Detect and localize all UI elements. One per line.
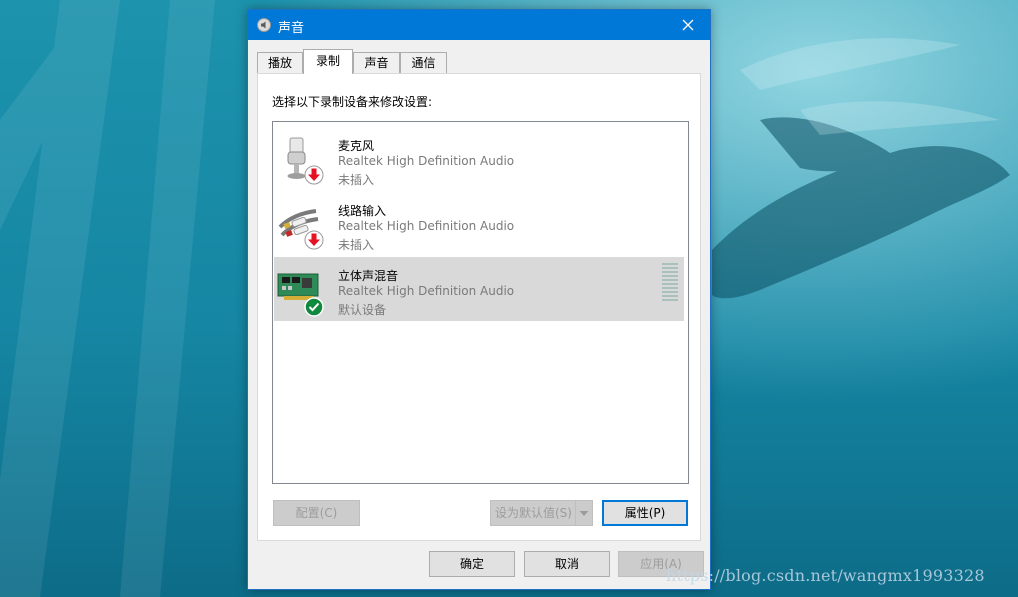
device-item-microphone[interactable]: 麦克风 Realtek High Definition Audio 未插入 [274, 127, 684, 191]
speaker-icon [257, 18, 271, 32]
unplugged-arrow-icon [304, 165, 324, 185]
device-status: 默认设备 [338, 303, 387, 317]
properties-button[interactable]: 属性(P) [602, 500, 688, 526]
recording-device-list[interactable]: 麦克风 Realtek High Definition Audio 未插入 线路… [272, 121, 689, 484]
cancel-button[interactable]: 取消 [524, 551, 610, 577]
device-item-stereo-mix[interactable]: 立体声混音 Realtek High Definition Audio 默认设备 [274, 257, 684, 321]
device-description: Realtek High Definition Audio [338, 219, 515, 233]
watermark-text: https://blog.csdn.net/wangmx1993328 [666, 566, 985, 585]
recording-tab-panel: 选择以下录制设备来修改设置: 麦克风 Realtek High Definiti… [257, 73, 701, 541]
unplugged-arrow-icon [304, 230, 324, 250]
sound-card-icon [277, 273, 324, 317]
device-item-line-in[interactable]: 线路输入 Realtek High Definition Audio 未插入 [274, 192, 684, 256]
device-name: 立体声混音 [338, 269, 399, 283]
microphone-icon [287, 137, 324, 185]
ok-button[interactable]: 确定 [429, 551, 515, 577]
set-default-label: 设为默认值(S) [495, 506, 572, 520]
instruction-text: 选择以下录制设备来修改设置: [272, 95, 433, 109]
device-status: 未插入 [338, 238, 375, 252]
device-name: 麦克风 [338, 139, 375, 153]
tab-communications[interactable]: 通信 [400, 52, 447, 73]
tab-sounds[interactable]: 声音 [353, 52, 400, 73]
set-default-button[interactable]: 设为默认值(S) [490, 500, 593, 526]
window-title: 声音 [278, 21, 305, 36]
title-bar[interactable]: 声音 [248, 10, 710, 40]
device-description: Realtek High Definition Audio [338, 154, 515, 168]
audio-level-meter [662, 263, 678, 301]
default-check-icon [304, 297, 324, 317]
sound-dialog: 声音 播放 录制 声音 通信 选择以下录制设备来修改设置: 麦克风 Realte… [247, 9, 711, 590]
device-status: 未插入 [338, 173, 375, 187]
close-button[interactable] [666, 10, 710, 40]
device-description: Realtek High Definition Audio [338, 284, 515, 298]
chevron-down-icon [579, 511, 589, 516]
tab-playback[interactable]: 播放 [257, 52, 303, 73]
close-icon [682, 19, 694, 31]
configure-button[interactable]: 配置(C) [273, 500, 360, 526]
tab-recording[interactable]: 录制 [303, 49, 353, 74]
set-default-dropdown[interactable] [575, 501, 592, 525]
line-in-cable-icon [278, 209, 324, 250]
device-name: 线路输入 [338, 204, 387, 218]
